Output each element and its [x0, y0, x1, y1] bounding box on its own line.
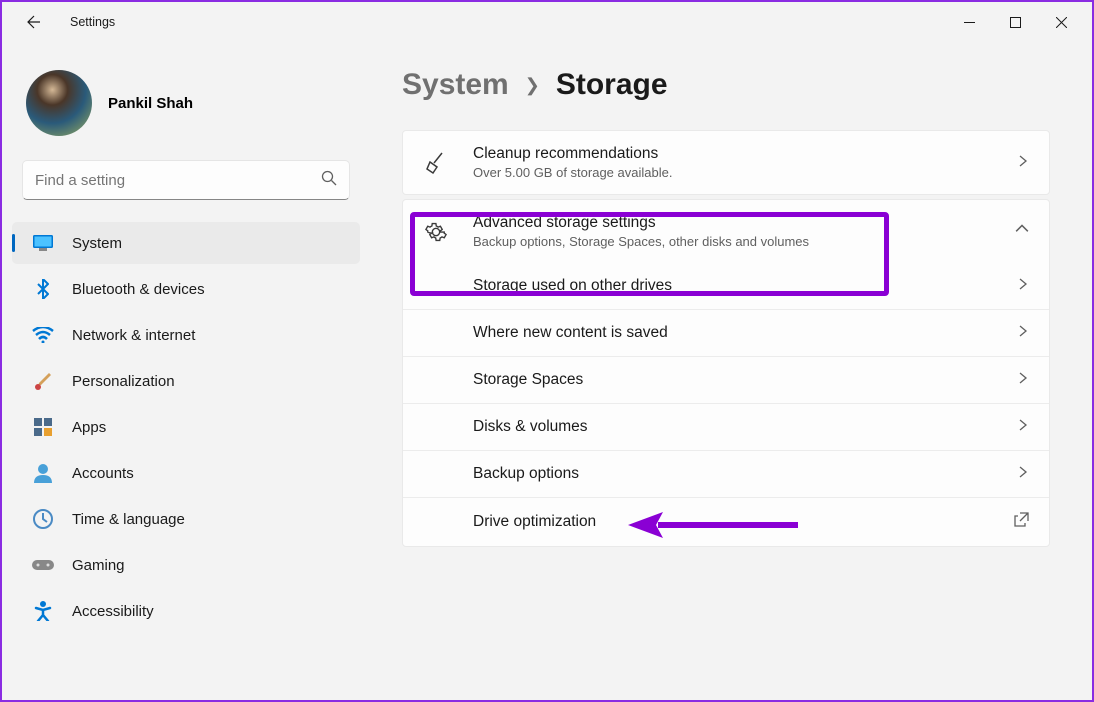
sidebar-item-label: Network & internet [72, 327, 195, 344]
back-arrow-icon [26, 14, 42, 30]
advanced-title: Advanced storage settings [473, 214, 809, 232]
close-icon [1056, 17, 1067, 28]
external-link-icon [1014, 512, 1029, 532]
wifi-icon [32, 324, 54, 346]
sidebar-item-accessibility[interactable]: Accessibility [12, 590, 360, 632]
chevron-right-icon: ❯ [525, 75, 540, 96]
sub-item-label: Disks & volumes [473, 418, 588, 436]
sub-item-label: Storage Spaces [473, 371, 583, 389]
search-input[interactable] [35, 172, 321, 189]
accessibility-icon [32, 600, 54, 622]
sub-item-label: Drive optimization [473, 513, 596, 531]
system-icon [32, 232, 54, 254]
sub-item-label: Storage used on other drives [473, 277, 672, 295]
sidebar-item-gaming[interactable]: Gaming [12, 544, 360, 586]
chevron-right-icon [1017, 371, 1029, 389]
breadcrumb: System ❯ Storage [402, 68, 1050, 102]
sidebar-item-time[interactable]: Time & language [12, 498, 360, 540]
maximize-icon [1010, 17, 1021, 28]
breadcrumb-parent[interactable]: System [402, 68, 509, 102]
gamepad-icon [32, 554, 54, 576]
storage-spaces-item[interactable]: Storage Spaces [403, 356, 1049, 403]
sidebar-item-personalization[interactable]: Personalization [12, 360, 360, 402]
sidebar-item-label: Personalization [72, 373, 175, 390]
sidebar-item-label: Accessibility [72, 603, 154, 620]
advanced-subtitle: Backup options, Storage Spaces, other di… [473, 234, 809, 249]
maximize-button[interactable] [992, 6, 1038, 38]
paintbrush-icon [32, 370, 54, 392]
cleanup-title: Cleanup recommendations [473, 145, 672, 163]
disks-volumes-item[interactable]: Disks & volumes [403, 403, 1049, 450]
chevron-right-icon [1017, 277, 1029, 295]
sidebar-item-label: Bluetooth & devices [72, 281, 205, 298]
sidebar-item-label: Apps [72, 419, 106, 436]
page-title: Storage [556, 68, 668, 102]
sidebar-item-label: System [72, 235, 122, 252]
advanced-storage-settings-item[interactable]: Advanced storage settings Backup options… [403, 200, 1049, 263]
back-button[interactable] [18, 6, 50, 38]
apps-icon [32, 416, 54, 438]
chevron-right-icon [1017, 324, 1029, 342]
backup-options-item[interactable]: Backup options [403, 450, 1049, 497]
sidebar: Pankil Shah System Bluetooth & devices [2, 42, 372, 700]
storage-other-drives-item[interactable]: Storage used on other drives [403, 263, 1049, 309]
sidebar-item-accounts[interactable]: Accounts [12, 452, 360, 494]
sidebar-item-network[interactable]: Network & internet [12, 314, 360, 356]
minimize-button[interactable] [946, 6, 992, 38]
sub-item-label: Where new content is saved [473, 324, 668, 342]
sidebar-item-apps[interactable]: Apps [12, 406, 360, 448]
person-icon [32, 462, 54, 484]
sidebar-item-bluetooth[interactable]: Bluetooth & devices [12, 268, 360, 310]
sidebar-item-system[interactable]: System [12, 222, 360, 264]
gear-icon [423, 219, 449, 245]
cleanup-subtitle: Over 5.00 GB of storage available. [473, 165, 672, 180]
sidebar-item-label: Time & language [72, 511, 185, 528]
user-name: Pankil Shah [108, 95, 193, 112]
app-title: Settings [70, 15, 115, 29]
chevron-right-icon [1017, 418, 1029, 436]
chevron-right-icon [1017, 465, 1029, 483]
search-icon [321, 170, 337, 191]
minimize-icon [964, 17, 975, 28]
sub-item-label: Backup options [473, 465, 579, 483]
where-new-content-item[interactable]: Where new content is saved [403, 309, 1049, 356]
drive-optimization-item[interactable]: Drive optimization [403, 497, 1049, 546]
close-button[interactable] [1038, 6, 1084, 38]
search-box[interactable] [22, 160, 350, 200]
chevron-right-icon [1017, 154, 1029, 172]
clock-globe-icon [32, 508, 54, 530]
bluetooth-icon [32, 278, 54, 300]
broom-icon [423, 150, 449, 176]
avatar [26, 70, 92, 136]
main-content: System ❯ Storage Cleanup recommendations… [372, 42, 1092, 700]
user-profile[interactable]: Pankil Shah [12, 62, 360, 160]
sidebar-item-label: Gaming [72, 557, 125, 574]
sidebar-item-label: Accounts [72, 465, 134, 482]
chevron-up-icon [1015, 222, 1029, 241]
cleanup-recommendations-item[interactable]: Cleanup recommendations Over 5.00 GB of … [403, 131, 1049, 194]
